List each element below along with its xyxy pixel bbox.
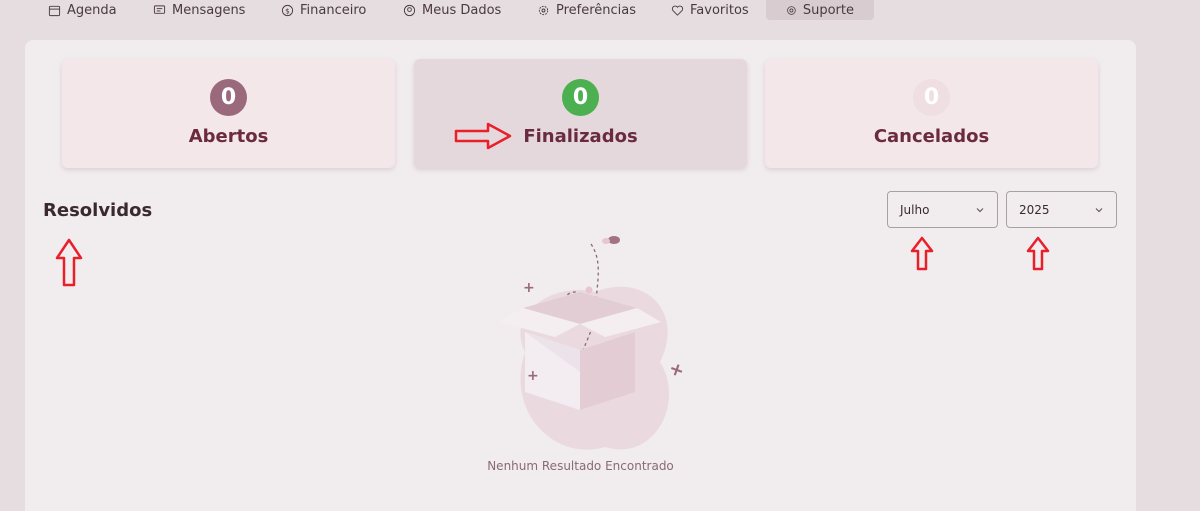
nav-label: Financeiro: [300, 2, 367, 18]
month-select[interactable]: Julho: [887, 191, 998, 228]
empty-message: Nenhum Resultado Encontrado: [487, 459, 674, 473]
support-icon: [787, 5, 796, 15]
count-badge: 0: [913, 79, 950, 116]
message-icon: [153, 4, 166, 14]
nav-item-favoritos[interactable]: Favoritos: [671, 0, 749, 20]
nav-label: Mensagens: [172, 2, 246, 18]
nav-item-mensagens[interactable]: Mensagens: [153, 0, 245, 20]
user-icon: [403, 4, 416, 16]
nav-item-meus-dados[interactable]: Meus Dados: [403, 0, 501, 20]
svg-text:+: +: [527, 368, 539, 384]
nav-item-preferencias[interactable]: Preferências: [537, 0, 636, 20]
empty-box-illustration: + + +: [499, 236, 687, 450]
count-badge: 0: [562, 79, 599, 116]
nav-label: Agenda: [67, 2, 117, 18]
calendar-icon: [48, 5, 61, 16]
nav-item-financeiro[interactable]: $ Financeiro: [281, 0, 366, 20]
card-label: Finalizados: [523, 126, 638, 147]
dollar-icon: $: [281, 4, 294, 16]
year-select[interactable]: 2025: [1006, 191, 1117, 228]
svg-text:+: +: [523, 280, 535, 296]
heart-icon: [671, 5, 684, 16]
month-value: Julho: [900, 202, 930, 217]
chevron-down-icon: [1095, 207, 1103, 212]
svg-text:$: $: [285, 6, 290, 15]
nav-label: Meus Dados: [422, 2, 502, 18]
arrow-right-icon: [454, 122, 512, 150]
arrow-up-icon: [910, 236, 934, 271]
year-value: 2025: [1019, 202, 1050, 217]
arrow-up-icon: [55, 238, 83, 287]
nav-label: Favoritos: [690, 2, 749, 18]
arrow-up-icon: [1026, 236, 1050, 271]
count-badge: 0: [210, 79, 247, 116]
nav-item-agenda[interactable]: Agenda: [48, 0, 117, 20]
nav-item-suporte[interactable]: Suporte: [766, 0, 874, 20]
support-panel: 0 Abertos 0 Finalizados 0 Cancelados Res…: [25, 40, 1136, 511]
top-nav: Agenda Mensagens $ Financeiro Meus Dados…: [0, 0, 1200, 20]
nav-label: Preferências: [556, 2, 637, 18]
gear-icon: [538, 5, 549, 15]
nav-label: Suporte: [802, 2, 854, 18]
card-finalizados[interactable]: 0 Finalizados: [414, 59, 747, 168]
card-cancelados[interactable]: 0 Cancelados: [765, 59, 1098, 168]
card-abertos[interactable]: 0 Abertos: [62, 59, 395, 168]
svg-text:+: +: [666, 358, 687, 383]
section-title: Resolvidos: [43, 200, 153, 221]
card-label: Cancelados: [873, 126, 990, 147]
chevron-down-icon: [976, 207, 984, 212]
card-label: Abertos: [188, 126, 269, 147]
